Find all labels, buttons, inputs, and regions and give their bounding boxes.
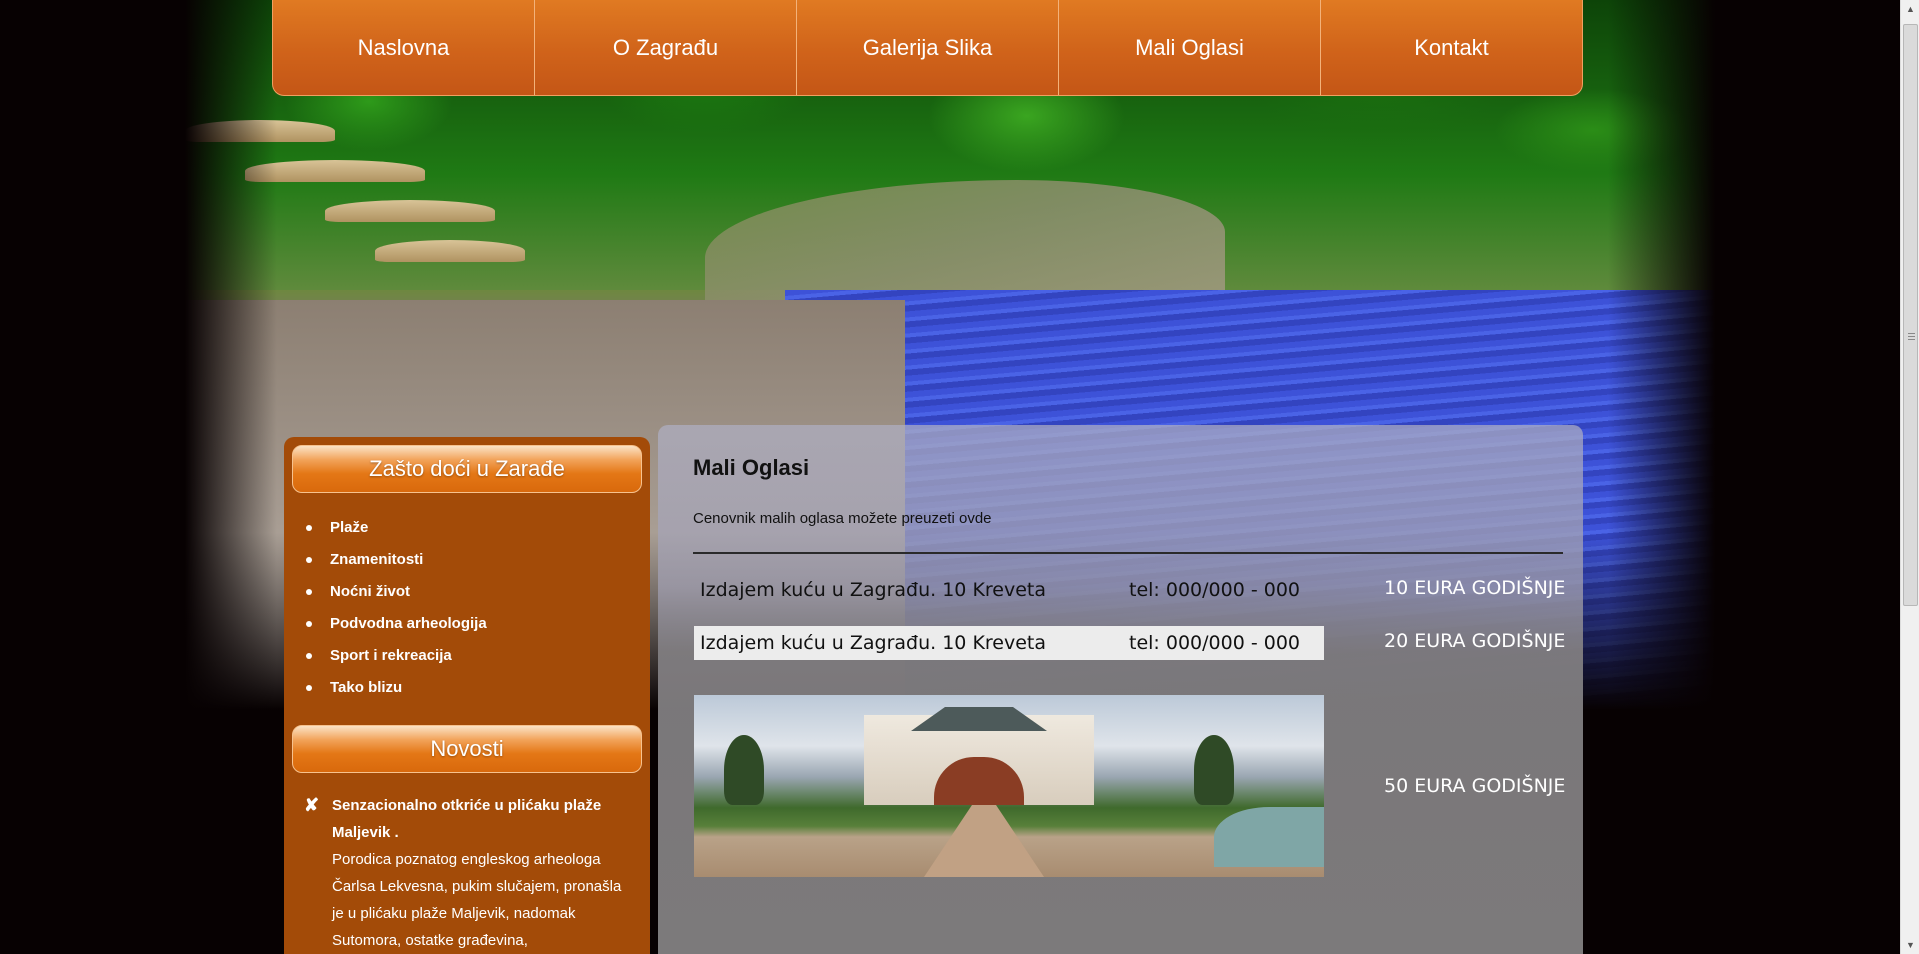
ad-title: Izdajem kuću u Zagrađu. 10 Kreveta — [700, 632, 1047, 654]
ad-row[interactable]: Izdajem kuću u Zagrađu. 10 Kreveta tel: … — [694, 626, 1324, 660]
scroll-down-arrow-icon[interactable]: ▼ — [1901, 936, 1919, 954]
news-body: Porodica poznatog engleskog arheologa Ča… — [332, 851, 622, 949]
photo-tree — [724, 735, 764, 805]
ad-row[interactable]: Izdajem kuću u Zagrađu. 10 Kreveta tel: … — [694, 573, 1324, 607]
ad-phone: tel: 000/000 - 000 — [1129, 632, 1300, 654]
ad-price: 20 EURA GODIŠNJE — [1384, 630, 1566, 652]
news-headline[interactable]: Senzacionalno otkriće u plićaku plaže Ma… — [304, 792, 634, 846]
scrollbar-thumb[interactable] — [1903, 24, 1918, 606]
why-visit-heading: Zašto doći u Zarađe — [292, 445, 642, 493]
why-visit-list: Plaže Znamenitosti Noćni život Podvodna … — [304, 512, 487, 704]
ad-price: 50 EURA GODIŠNJE — [1384, 775, 1566, 797]
sidebar-item-nocni-zivot[interactable]: Noćni život — [304, 576, 487, 608]
divider — [693, 552, 1563, 554]
page-title: Mali Oglasi — [693, 455, 810, 480]
ad-photo-mansion[interactable] — [694, 695, 1324, 877]
nav-item-kontakt[interactable]: Kontakt — [1321, 0, 1582, 95]
scroll-up-arrow-icon[interactable]: ▲ — [1901, 0, 1919, 18]
price-list-link[interactable]: Cenovnik malih oglasa možete preuzeti ov… — [693, 510, 992, 527]
nav-item-mali-oglasi[interactable]: Mali Oglasi — [1059, 0, 1321, 95]
sidebar-item-podvodna-arheologija[interactable]: Podvodna arheologija — [304, 608, 487, 640]
page-viewport: Naslovna O Zagrađu Galerija Slika Mali O… — [0, 0, 1900, 954]
vertical-scrollbar[interactable]: ▲ ▼ — [1900, 0, 1919, 954]
news-item: ✘ Senzacionalno otkriće u plićaku plaže … — [304, 792, 634, 954]
top-navigation: Naslovna O Zagrađu Galerija Slika Mali O… — [272, 0, 1583, 96]
photo-path — [924, 805, 1044, 877]
sidebar: Zašto doći u Zarađe Plaže Znamenitosti N… — [284, 437, 650, 954]
nav-item-galerija-slika[interactable]: Galerija Slika — [797, 0, 1059, 95]
ad-price: 10 EURA GODIŠNJE — [1384, 577, 1566, 599]
close-x-icon: ✘ — [304, 795, 320, 815]
nav-item-o-zagradu[interactable]: O Zagrađu — [535, 0, 797, 95]
news-heading: Novosti — [292, 725, 642, 773]
price-list-note: Cenovnik malih oglasa možete preuzeti ov… — [693, 510, 992, 527]
sidebar-item-plaze[interactable]: Plaže — [304, 512, 487, 544]
photo-fountain-pool — [1214, 807, 1324, 867]
sidebar-item-znamenitosti[interactable]: Znamenitosti — [304, 544, 487, 576]
sidebar-item-sport-i-rekreacija[interactable]: Sport i rekreacija — [304, 640, 487, 672]
nav-item-naslovna[interactable]: Naslovna — [273, 0, 535, 95]
photo-tree — [1194, 735, 1234, 805]
classifieds-panel: Mali Oglasi Cenovnik malih oglasa možete… — [658, 425, 1583, 954]
ad-title: Izdajem kuću u Zagrađu. 10 Kreveta — [700, 579, 1047, 601]
grip-icon — [1908, 333, 1915, 342]
ad-phone: tel: 000/000 - 000 — [1129, 579, 1300, 601]
sidebar-item-tako-blizu[interactable]: Tako blizu — [304, 672, 487, 704]
